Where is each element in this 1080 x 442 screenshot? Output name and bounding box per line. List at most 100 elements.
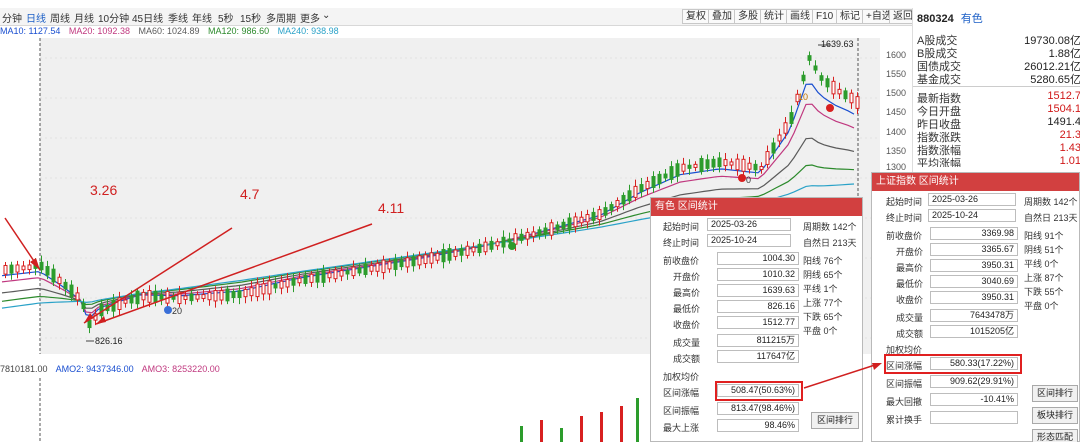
axis-tick: 1450 xyxy=(886,107,907,117)
tab-minute[interactable]: 分钟 xyxy=(2,10,22,25)
candle xyxy=(819,75,824,81)
overlay-button[interactable]: 叠加 xyxy=(708,9,736,24)
tab-monthly[interactable]: 月线 xyxy=(74,10,94,25)
dialog-title[interactable]: 有色 区间统计 xyxy=(651,198,862,216)
axis-tick: 1550 xyxy=(886,69,907,79)
candle xyxy=(63,281,68,290)
candle xyxy=(57,276,62,285)
candle xyxy=(159,294,164,300)
candle xyxy=(459,248,464,256)
field-label: 最大上涨 xyxy=(663,423,700,433)
candle xyxy=(789,112,794,124)
candle xyxy=(153,290,158,303)
start-date-picker[interactable]: 2025-03-26 xyxy=(707,218,791,231)
field-label: 成交量 xyxy=(896,313,924,323)
candle xyxy=(9,264,14,274)
tab-weekly[interactable]: 周线 xyxy=(50,10,70,25)
field-label: 前收盘价 xyxy=(663,256,700,266)
candle xyxy=(579,216,584,224)
candle xyxy=(591,211,596,221)
field-label: 开盘价 xyxy=(896,247,924,257)
sector-rank-button[interactable]: 板块排行 xyxy=(1032,407,1078,424)
candle xyxy=(27,264,32,271)
tab-10min[interactable]: 10分钟 xyxy=(98,10,129,25)
dialog-title[interactable]: 上证指数 区间统计 xyxy=(872,173,1079,191)
candle xyxy=(351,266,356,277)
end-date-picker[interactable]: 2025-10-24 xyxy=(707,234,791,247)
start-date-picker[interactable]: 2025-03-26 xyxy=(928,193,1016,206)
bar-stat: 阳线 76个 xyxy=(803,256,843,266)
candle xyxy=(849,92,854,104)
field-value: 1512.77 xyxy=(717,316,799,329)
candle xyxy=(195,294,200,300)
range-rank-button[interactable]: 区间排行 xyxy=(811,412,859,429)
candle xyxy=(141,291,146,301)
field-value: 909.62(29.91%) xyxy=(930,375,1018,388)
end-date-picker[interactable]: 2025-10-24 xyxy=(928,209,1016,222)
adjust-button[interactable]: 复权 xyxy=(682,9,710,24)
tab-15sec[interactable]: 15秒 xyxy=(240,10,261,25)
field-value: 813.47(98.46%) xyxy=(717,402,799,415)
multi-stock-button[interactable]: 多股 xyxy=(734,9,762,24)
candle xyxy=(429,252,434,264)
field-value: 826.16 xyxy=(717,300,799,313)
candle xyxy=(87,319,92,329)
candle xyxy=(297,277,302,284)
candle xyxy=(417,255,422,266)
quote-header: 880324 有色 xyxy=(913,8,1080,30)
bar-stat: 阳线 91个 xyxy=(1024,231,1064,241)
statistics-button[interactable]: 统计 xyxy=(760,9,788,24)
candle xyxy=(441,248,446,263)
range-stats-dialog-index[interactable]: 上证指数 区间统计 起始时间 2025-03-26 终止时间 2025-10-2… xyxy=(871,172,1080,442)
candle xyxy=(129,295,134,304)
candle xyxy=(39,261,44,271)
range-stats-dialog-sector[interactable]: 有色 区间统计 起始时间 2025-03-26 终止时间 2025-10-24 … xyxy=(650,197,863,442)
candle xyxy=(147,290,152,303)
quote-row: 最新指数 1512.7 xyxy=(917,90,1080,105)
candle xyxy=(681,163,686,172)
candle xyxy=(303,274,308,284)
candle xyxy=(435,252,440,261)
candle xyxy=(135,290,140,305)
quote-value: 1.43 xyxy=(1059,142,1080,154)
candle xyxy=(765,151,770,165)
draw-line-button[interactable]: 画线 xyxy=(786,9,814,24)
candle xyxy=(519,233,524,241)
candle xyxy=(231,291,236,299)
axis-tick: 1400 xyxy=(886,127,907,137)
f10-button[interactable]: F10 xyxy=(812,9,838,24)
candle xyxy=(495,241,500,247)
volume-bar xyxy=(540,420,543,442)
candle xyxy=(573,216,578,228)
chevron-down-icon[interactable]: ⌄ xyxy=(322,10,330,21)
field-value xyxy=(930,411,1018,424)
ma120-value: MA120: 986.60 xyxy=(208,26,270,36)
mark-button[interactable]: 标记 xyxy=(836,9,864,24)
marker-0-label: 0 xyxy=(746,175,752,185)
start-time-label: 起始时间 xyxy=(886,197,923,207)
candle xyxy=(363,263,368,275)
tab-5sec[interactable]: 5秒 xyxy=(218,10,234,25)
tab-45day[interactable]: 45日线 xyxy=(132,10,163,25)
pattern-match-button[interactable]: 形态匹配 xyxy=(1032,429,1078,442)
annotation-date-3: 4.11 xyxy=(378,200,405,216)
quote-row: B股成交 1.88亿 xyxy=(917,45,1080,60)
range-rank-button[interactable]: 区间排行 xyxy=(1032,385,1078,402)
candle xyxy=(357,267,362,274)
axis-tick: 1350 xyxy=(886,146,907,156)
tab-multi-period[interactable]: 多周期 xyxy=(266,10,296,25)
candle xyxy=(243,288,248,298)
tab-daily[interactable]: 日线 xyxy=(26,10,46,25)
tab-quarter[interactable]: 季线 xyxy=(168,10,188,25)
field-value: 1639.63 xyxy=(717,284,799,297)
candle xyxy=(189,293,194,302)
bar-stat: 平盘 0个 xyxy=(1024,301,1059,311)
tab-more[interactable]: 更多 xyxy=(300,10,320,25)
candle xyxy=(261,283,266,295)
candle xyxy=(123,299,128,304)
tab-year[interactable]: 年线 xyxy=(192,10,212,25)
field-value: 3950.31 xyxy=(930,291,1018,304)
candle xyxy=(549,222,554,236)
field-value: 1015205亿 xyxy=(930,325,1018,338)
volume-bar xyxy=(520,426,523,442)
